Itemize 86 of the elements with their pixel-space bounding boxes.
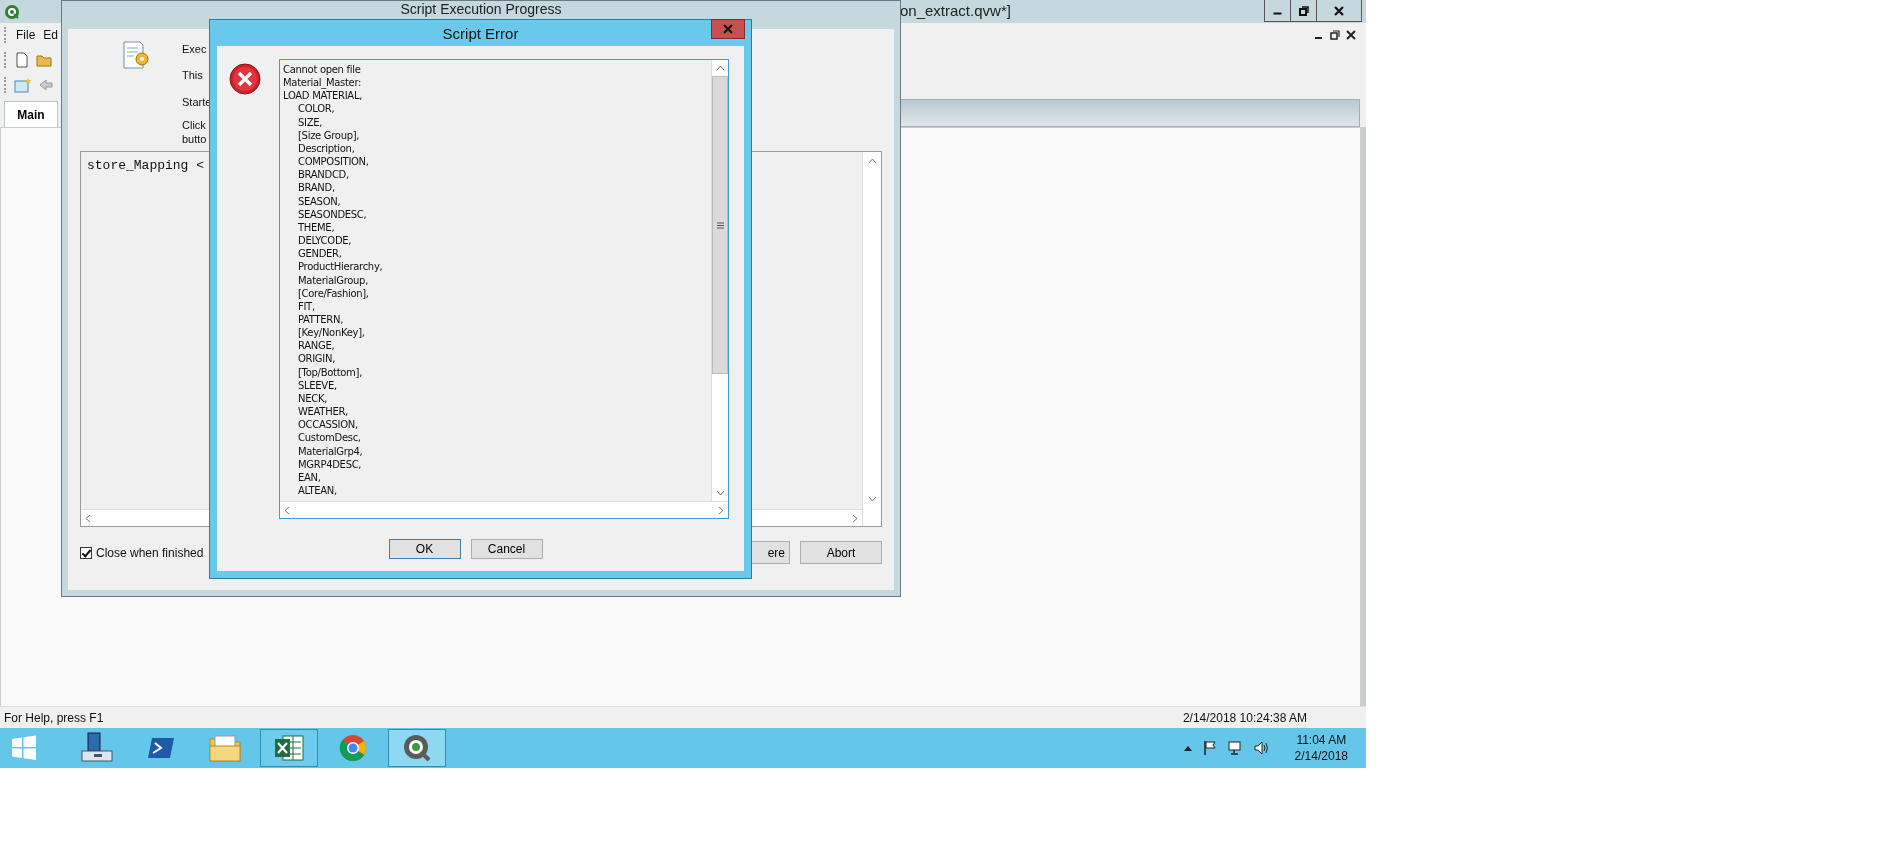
restore-icon (1297, 4, 1310, 17)
window-title: on_extract.qvw*] (900, 2, 1011, 19)
scroll-right-icon[interactable] (852, 513, 858, 523)
clock-time: 11:04 AM (1296, 732, 1347, 748)
error-text-line: COMPOSITION, (297, 155, 370, 169)
dialog-button[interactable]: Abort (800, 541, 882, 564)
info-text: Click (182, 119, 206, 131)
info-text: This (182, 69, 203, 81)
error-text-line: SEASONDESC, (297, 207, 368, 221)
status-timestamp: 2/14/2018 10:24:38 AM (1182, 710, 1307, 725)
scroll-up-icon[interactable] (867, 158, 877, 164)
error-text-line: Material_Master: (283, 76, 363, 90)
script-gear-icon (120, 39, 152, 71)
error-text-line: BRANDCD, (297, 168, 350, 182)
scroll-down-icon[interactable] (715, 490, 725, 496)
scroll-left-icon[interactable] (85, 513, 91, 523)
menu-item[interactable]: Ed (43, 28, 59, 42)
menu-item[interactable]: File (16, 28, 36, 42)
horizontal-scrollbar[interactable] (280, 501, 728, 518)
flag-icon[interactable] (1202, 740, 1217, 756)
restore-icon[interactable] (1330, 30, 1340, 40)
error-text-line: SIZE, (297, 115, 324, 129)
dialog-button[interactable]: Cancel (470, 539, 543, 559)
error-text-line: COLOR, (297, 102, 336, 116)
grip-icon (716, 221, 724, 229)
error-text-line: SEASON, (297, 194, 342, 208)
network-icon[interactable] (1226, 740, 1243, 756)
error-text-line: THEME, (297, 220, 336, 235)
close-icon (1333, 4, 1345, 17)
error-text-line: MaterialGrp4, (297, 444, 364, 458)
scroll-right-icon[interactable] (718, 505, 724, 515)
error-text-line: EAN, (297, 470, 322, 484)
error-text-line: ALTEAN, (297, 484, 338, 498)
scrollbar-thumb[interactable] (712, 76, 728, 374)
error-icon (229, 63, 261, 95)
back-icon[interactable] (38, 76, 54, 93)
clock-date: 2/14/2018 (1294, 748, 1348, 764)
close-button[interactable] (1316, 0, 1362, 22)
error-text-line: Description, (297, 141, 356, 156)
vertical-scrollbar[interactable] (711, 60, 728, 501)
error-text-line: [Core/Fashion], (297, 286, 370, 300)
error-text-line: ProductHierarchy, (297, 260, 384, 274)
error-text-line: MGRP4DESC, (297, 457, 363, 471)
info-text: Exec (182, 43, 207, 55)
error-text-line: DELYCODE, (297, 234, 353, 248)
qlik-app-icon[interactable] (388, 729, 446, 767)
window-title: Script Execution Progress (400, 1, 562, 19)
close-icon (723, 24, 733, 34)
close-button[interactable] (711, 19, 745, 39)
error-text-line: [Key/NonKey], (297, 326, 366, 340)
minimize-icon (1273, 12, 1282, 15)
error-text-line: FIT, (297, 299, 316, 313)
log-text: store_Mapping < (87, 158, 205, 173)
checkbox-label[interactable]: Close when finished (96, 545, 204, 560)
sheet-tab[interactable]: Main (4, 101, 58, 127)
error-text-line: WEATHER, (297, 405, 349, 419)
error-text-line: OCCASSION, (297, 418, 359, 432)
spreadsheet-icon[interactable] (260, 729, 318, 767)
error-text-line: ORIGIN, (297, 352, 337, 366)
checkbox[interactable] (80, 546, 92, 559)
dialog-button[interactable]: OK (388, 539, 461, 559)
scroll-down-icon[interactable] (867, 496, 877, 502)
dialog-title: Script Error (442, 24, 519, 42)
show-hidden-icons-icon[interactable] (1182, 744, 1193, 752)
error-text-line: Cannot open file (283, 63, 362, 77)
app-logo-icon (4, 3, 20, 20)
error-text-line: MaterialGroup, (297, 273, 370, 287)
speaker-icon[interactable] (1252, 740, 1271, 756)
error-text-line: CustomDesc, (297, 431, 362, 445)
error-text-line: [Top/Bottom], (297, 365, 363, 379)
error-text-line: PATTERN, (297, 312, 345, 327)
scroll-left-icon[interactable] (284, 505, 290, 515)
error-text-line: [Size Group], (297, 128, 361, 142)
error-text-line: NECK, (297, 391, 329, 406)
status-text: For Help, press F1 (4, 710, 104, 725)
vertical-scrollbar[interactable] (862, 152, 881, 526)
error-text-line: RANGE, (297, 339, 336, 353)
error-text-line: SLEEVE, (297, 378, 338, 392)
scroll-up-icon[interactable] (715, 65, 725, 71)
close-icon[interactable] (1346, 30, 1356, 40)
info-text: butto (182, 133, 207, 145)
new-document-icon[interactable] (14, 51, 30, 68)
error-text-line: LOAD MATERIAL, (283, 89, 364, 103)
error-text-line: BRAND, (297, 181, 336, 195)
error-text-line: GENDER, (297, 247, 343, 261)
minimize-button[interactable] (1264, 0, 1291, 22)
